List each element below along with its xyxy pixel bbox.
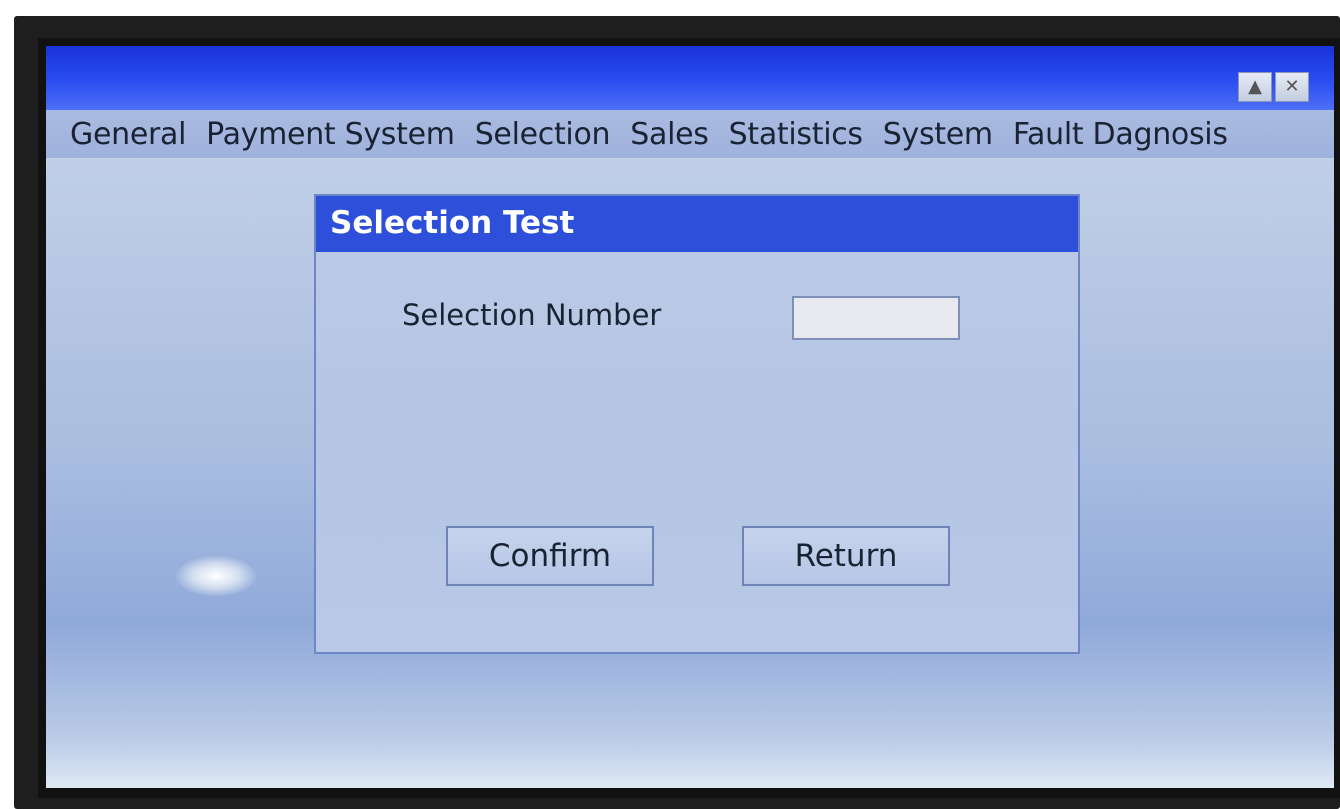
dialog-header: Selection Test — [316, 196, 1078, 252]
return-button[interactable]: Return — [742, 526, 950, 586]
menu-item-general[interactable]: General — [70, 117, 186, 152]
title-bar: ▲ ✕ — [46, 46, 1334, 110]
menu-item-selection[interactable]: Selection — [475, 117, 611, 152]
selection-number-input[interactable] — [792, 296, 960, 340]
triangle-up-icon[interactable]: ▲ — [1238, 72, 1272, 102]
screen: ▲ ✕ General Payment System Selection Sal… — [46, 46, 1334, 788]
close-icon[interactable]: ✕ — [1275, 72, 1309, 102]
menu-item-sales[interactable]: Sales — [630, 117, 709, 152]
selection-test-dialog: Selection Test Selection Number Confirm … — [314, 194, 1080, 654]
menu-item-payment-system[interactable]: Payment System — [206, 117, 455, 152]
selection-number-label: Selection Number — [402, 298, 662, 332]
menu-bar: General Payment System Selection Sales S… — [46, 110, 1334, 158]
confirm-button[interactable]: Confirm — [446, 526, 654, 586]
menu-item-system[interactable]: System — [883, 117, 993, 152]
bottom-status-strip — [46, 754, 1334, 788]
dialog-title: Selection Test — [330, 205, 575, 241]
screen-glare — [176, 556, 256, 596]
menu-item-statistics[interactable]: Statistics — [729, 117, 863, 152]
menu-item-fault-diagnosis[interactable]: Fault Dagnosis — [1013, 117, 1228, 152]
